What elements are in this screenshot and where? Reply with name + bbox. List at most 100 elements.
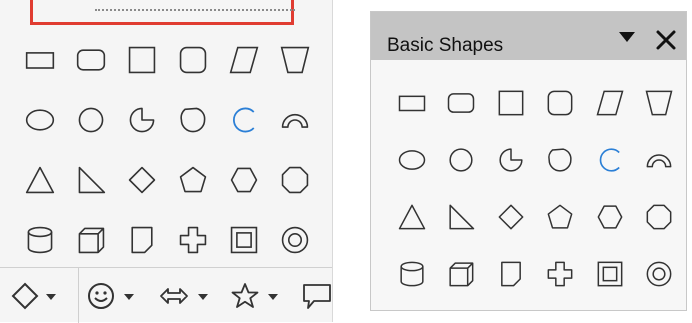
shape-button-circle[interactable] (437, 131, 487, 188)
callout-icon (303, 283, 331, 309)
ring-icon (646, 261, 672, 286)
shape-button-octagon-bevel[interactable] (167, 90, 218, 150)
shape-button-right-triangle[interactable] (65, 150, 116, 210)
right-triangle-icon (78, 166, 105, 194)
right-triangle-icon (449, 204, 475, 229)
shape-button-parallelogram[interactable] (585, 74, 635, 131)
block-arc-icon (281, 113, 308, 128)
circle-icon (78, 107, 103, 133)
dropdown-arrow-icon[interactable] (196, 290, 210, 302)
double-arrow-icon (160, 287, 188, 304)
shape-button-trapezoid[interactable] (635, 74, 685, 131)
stars-split-button[interactable] (230, 268, 280, 323)
shape-button-cylinder[interactable] (14, 210, 65, 270)
cube-icon (78, 227, 104, 254)
shape-button-ring[interactable] (269, 210, 320, 270)
ellipse-icon (25, 109, 54, 131)
isosceles-triangle-icon (25, 166, 54, 194)
shapes-panel (0, 0, 333, 323)
block-arrows-split-button[interactable] (158, 268, 210, 323)
circle-icon (449, 147, 473, 172)
square-icon (498, 90, 524, 115)
shape-button-square[interactable] (116, 30, 167, 90)
pentagon-icon (547, 204, 573, 229)
shape-button-frame[interactable] (585, 245, 635, 302)
shape-button-circle-pie[interactable] (116, 90, 167, 150)
symbol-shapes-split-button[interactable] (86, 268, 136, 323)
folded-corner-icon (130, 226, 153, 254)
folded-corner-icon (500, 261, 521, 286)
shape-button-rounded-rectangle[interactable] (437, 74, 487, 131)
shape-button-pentagon[interactable] (167, 150, 218, 210)
shape-button-trapezoid[interactable] (269, 30, 320, 90)
shape-button-ellipse[interactable] (387, 131, 437, 188)
ellipse-icon (398, 149, 425, 170)
shape-button-diamond[interactable] (116, 150, 167, 210)
trapezoid-icon (280, 46, 309, 74)
shape-button-arc[interactable] (585, 131, 635, 188)
shape-button-isosceles-triangle[interactable] (387, 188, 437, 245)
rounded-rectangle-icon (76, 49, 105, 71)
shape-button-frame[interactable] (218, 210, 269, 270)
shape-button-cylinder[interactable] (387, 245, 437, 302)
parallelogram-icon (229, 46, 258, 74)
shape-button-cross[interactable] (167, 210, 218, 270)
diamond-icon (128, 166, 155, 194)
diamond-icon (498, 204, 524, 229)
shape-button-parallelogram[interactable] (218, 30, 269, 90)
cross-icon (179, 226, 206, 254)
dropdown-arrow-icon[interactable] (44, 290, 58, 302)
shape-category-toolbar (0, 267, 332, 323)
shape-button-ellipse[interactable] (14, 90, 65, 150)
shape-button-cube[interactable] (437, 245, 487, 302)
shape-button-ring[interactable] (635, 245, 685, 302)
shape-button-isosceles-triangle[interactable] (14, 150, 65, 210)
shape-button-cross[interactable] (536, 245, 586, 302)
drag-handle-dots[interactable] (95, 9, 295, 11)
ring-icon (281, 226, 308, 254)
shape-button-rounded-square[interactable] (536, 74, 586, 131)
floating-window-title-bar[interactable]: Basic Shapes (371, 12, 686, 60)
shape-button-circle-pie[interactable] (486, 131, 536, 188)
shape-button-block-arc[interactable] (269, 90, 320, 150)
rounded-square-icon (547, 90, 573, 115)
shape-button-rounded-rectangle[interactable] (65, 30, 116, 90)
square-icon (128, 46, 155, 74)
shape-button-folded-corner[interactable] (116, 210, 167, 270)
shape-button-hexagon[interactable] (218, 150, 269, 210)
shape-button-rectangle[interactable] (387, 74, 437, 131)
shape-button-circle[interactable] (65, 90, 116, 150)
frame-icon (597, 261, 623, 286)
diamond-icon (11, 282, 39, 309)
basic-shapes-floating-window: Basic Shapes (370, 11, 687, 311)
panel-drag-handle-highlight[interactable] (30, 0, 295, 25)
close-icon[interactable] (655, 29, 677, 51)
dropdown-arrow-icon[interactable] (266, 290, 280, 302)
rounded-rectangle-icon (448, 92, 475, 113)
shape-button-octagon[interactable] (635, 188, 685, 245)
shape-button-arc[interactable] (218, 90, 269, 150)
shape-button-cube[interactable] (65, 210, 116, 270)
shape-button-octagon-bevel[interactable] (536, 131, 586, 188)
floating-window-title: Basic Shapes (387, 35, 504, 56)
rectangle-icon (25, 52, 54, 69)
shape-button-octagon[interactable] (269, 150, 320, 210)
shape-button-folded-corner[interactable] (486, 245, 536, 302)
circle-pie-icon (129, 107, 154, 133)
shape-button-square[interactable] (486, 74, 536, 131)
dropdown-arrow-icon[interactable] (122, 290, 136, 302)
basic-shapes-split-button[interactable] (10, 268, 58, 323)
trapezoid-icon (645, 90, 673, 115)
shape-button-pentagon[interactable] (536, 188, 586, 245)
shape-button-rounded-square[interactable] (167, 30, 218, 90)
shape-button-rectangle[interactable] (14, 30, 65, 90)
parallelogram-icon (596, 90, 624, 115)
shape-button-right-triangle[interactable] (437, 188, 487, 245)
toolbar-divider (78, 268, 79, 323)
callouts-split-button[interactable] (300, 268, 332, 323)
shape-button-block-arc[interactable] (635, 131, 685, 188)
shape-button-hexagon[interactable] (585, 188, 635, 245)
window-menu-arrow-icon[interactable] (617, 29, 637, 45)
shape-button-diamond[interactable] (486, 188, 536, 245)
star-icon (231, 282, 259, 308)
